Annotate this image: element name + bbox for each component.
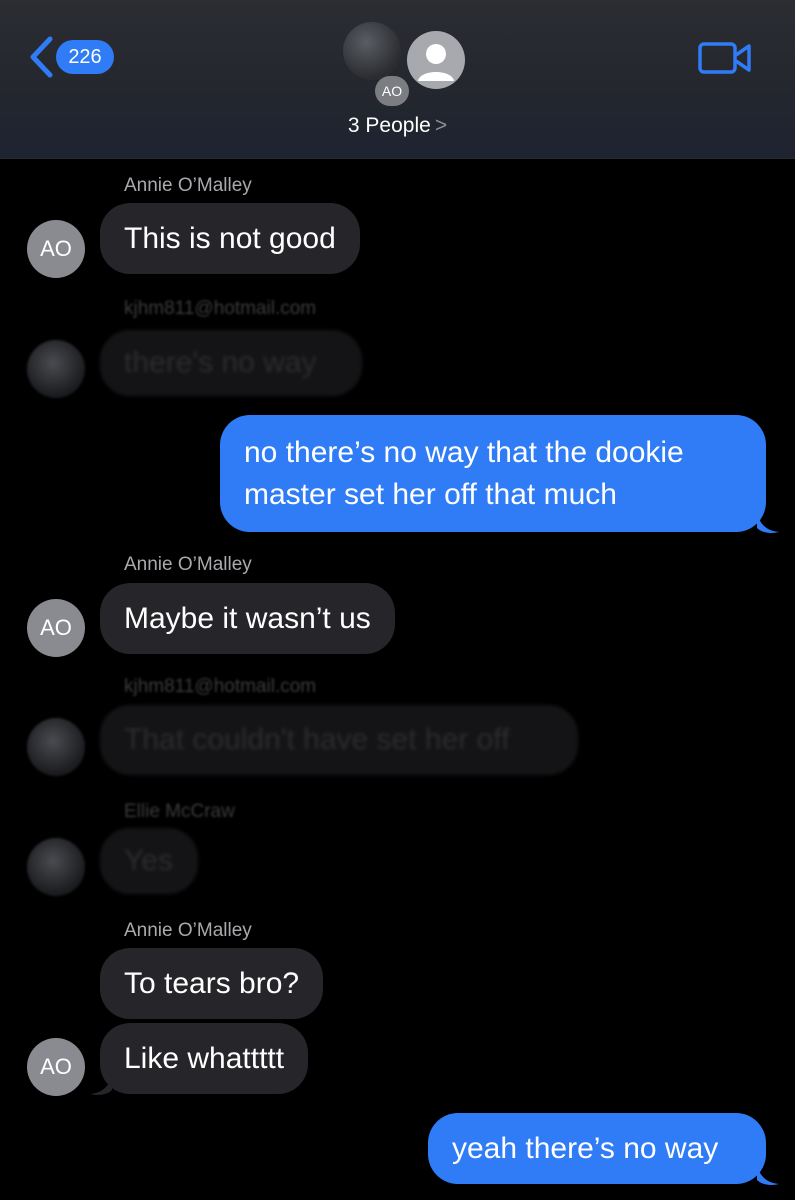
sender-name: kjhm811@hotmail.com	[124, 676, 317, 697]
received-message-bubble[interactable]: To tears bro?	[100, 948, 324, 1019]
people-label: 3 People	[347, 114, 431, 137]
conversation-header: 226 AO 3 People >	[0, 0, 795, 159]
message-text: This is not good	[124, 221, 336, 255]
sent-message-bubble[interactable]: yeah there’s no way	[428, 1113, 766, 1184]
received-message-bubble[interactable]: Like whattttt	[100, 1023, 309, 1094]
video-camera-icon	[698, 42, 751, 74]
message-text: Maybe it wasn’t us	[124, 601, 371, 635]
received-message-bubble[interactable]: This is not good	[100, 203, 360, 274]
message-text: there's no way	[124, 346, 317, 379]
group-avatar-person	[407, 31, 465, 89]
avatar[interactable]: AO	[27, 220, 85, 278]
bubble-tail	[757, 1164, 779, 1185]
sender-name: Annie O’Malley	[124, 175, 252, 196]
received-message-bubble[interactable]: Yes	[100, 828, 198, 894]
received-message-bubble[interactable]: That couldn't have set her off	[100, 705, 578, 775]
bubble-tail	[90, 1074, 112, 1095]
sender-name: Annie O’Malley	[124, 554, 252, 575]
message-text: Yes	[124, 844, 173, 877]
bubble-tail	[757, 512, 779, 533]
group-avatar-photo	[343, 22, 401, 80]
avatar[interactable]: AO	[27, 599, 85, 657]
avatar[interactable]	[27, 718, 85, 776]
message-text: no there’s no way that the dookie master…	[244, 435, 684, 511]
avatar[interactable]	[27, 838, 85, 896]
back-button[interactable]: 226	[28, 36, 114, 78]
sender-name: Annie O’Malley	[124, 920, 252, 941]
received-message-bubble[interactable]: Maybe it wasn’t us	[100, 583, 395, 654]
message-text: To tears bro?	[124, 966, 300, 1000]
message-text: Like whattttt	[124, 1041, 285, 1075]
message-text: That couldn't have set her off	[124, 723, 510, 756]
person-icon	[418, 44, 454, 81]
avatar[interactable]: AO	[27, 1038, 85, 1096]
facetime-video-button[interactable]	[698, 42, 752, 79]
group-avatar-initials: AO	[375, 76, 409, 106]
received-message-bubble[interactable]: there's no way	[100, 330, 362, 396]
sent-message-bubble[interactable]: no there’s no way that the dookie master…	[220, 415, 766, 532]
chevron-left-icon	[30, 36, 53, 78]
sender-name: Ellie McCraw	[124, 801, 235, 822]
message-text: yeah there’s no way	[452, 1131, 719, 1165]
chevron-right-icon: >	[434, 114, 448, 137]
sender-name: kjhm811@hotmail.com	[124, 298, 317, 319]
avatar[interactable]	[27, 340, 85, 398]
people-count-button[interactable]: 3 People >	[0, 114, 795, 138]
unread-count-badge: 226	[56, 40, 114, 74]
